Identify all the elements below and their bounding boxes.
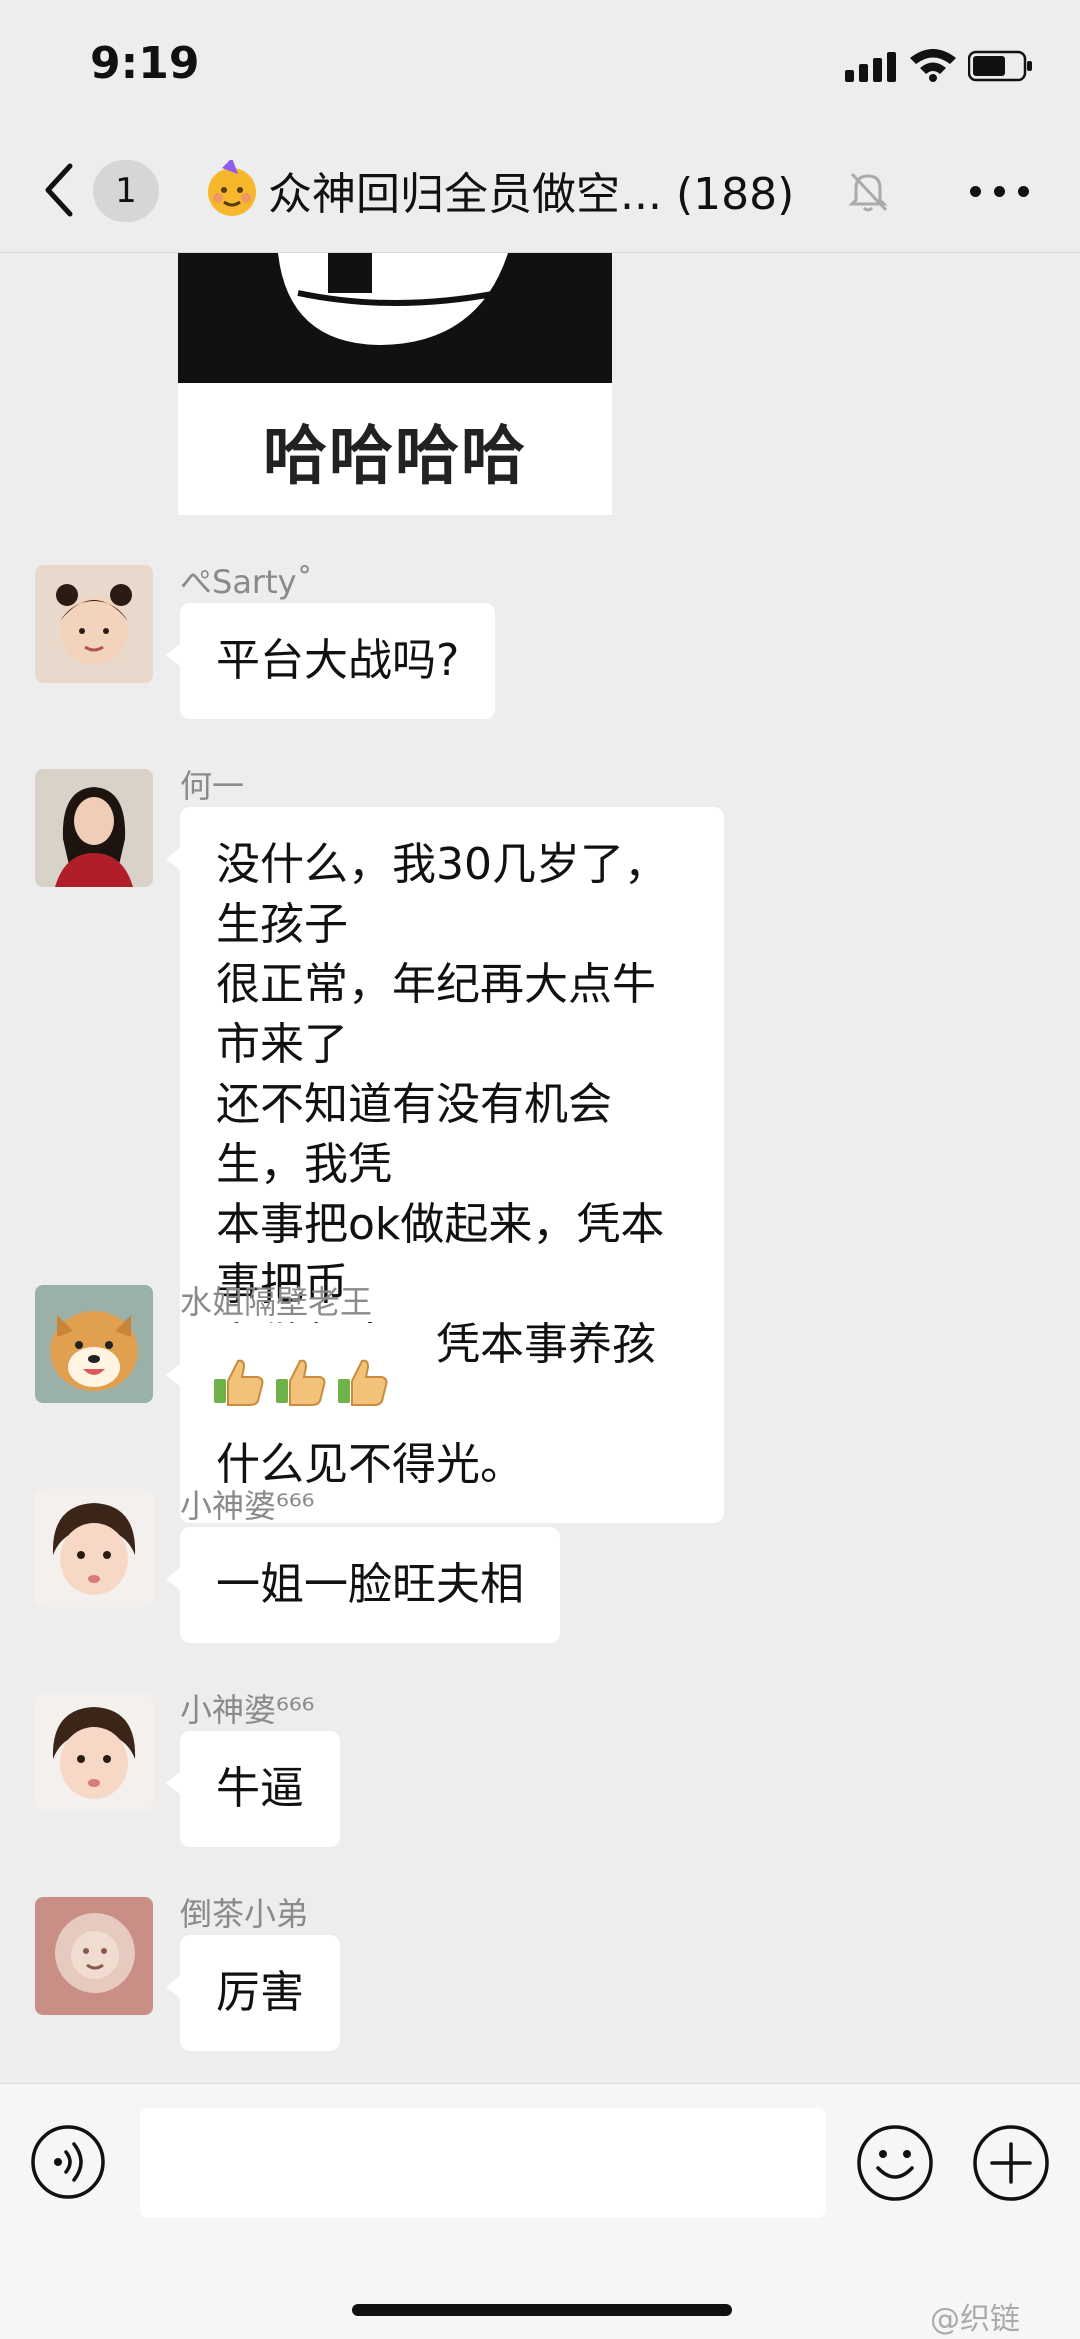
- sender-name: 小神婆⁶⁶⁶: [180, 1487, 315, 1525]
- sender-name: 小神婆⁶⁶⁶: [180, 1691, 315, 1729]
- avatar[interactable]: [35, 1285, 153, 1403]
- avatar[interactable]: [35, 769, 153, 887]
- battery-icon: [968, 50, 1032, 82]
- message-line: 没什么，我30几岁了，生孩子: [216, 839, 668, 950]
- watermark: @织链: [930, 2302, 1020, 2337]
- avatar[interactable]: [35, 1897, 153, 2015]
- message-line: 很正常，年纪再大点牛市来了: [216, 959, 656, 1070]
- woman-avatar-illustration: [35, 769, 153, 887]
- message-bubble[interactable]: [166, 1323, 426, 1435]
- status-time: 9:19: [90, 38, 200, 89]
- message-input[interactable]: [140, 2108, 826, 2218]
- child-avatar-illustration: [35, 565, 153, 683]
- status-bar: 9:19: [0, 0, 1080, 130]
- wifi-icon: [910, 49, 956, 82]
- avatar[interactable]: [35, 565, 153, 683]
- avatar[interactable]: [35, 1693, 153, 1811]
- chat-title: 众神回归全员做空... (188): [268, 169, 795, 220]
- sender-name: ぺSarty˚: [180, 563, 313, 601]
- panda-face-illustration: [178, 253, 612, 423]
- message-line: 还不知道有没有机会生，我凭: [216, 1079, 612, 1190]
- cellular-signal-icon: [845, 52, 897, 82]
- thumbs-up-icon: [276, 1359, 326, 1406]
- message-bubble[interactable]: 平台大战吗?: [165, 603, 496, 719]
- mute-bell-icon: [848, 172, 888, 212]
- chat-header: 1 众神回归全员做空... (188): [0, 130, 1080, 253]
- avatar[interactable]: [35, 1489, 153, 1607]
- toddler-avatar-illustration: [35, 1489, 153, 1607]
- thumbs-up-icon: [338, 1359, 388, 1406]
- chat-message-list[interactable]: 哈哈哈哈 ぺSarty˚ 平台大战吗? 何一 没什么，我30几岁了，生孩子 很正…: [0, 253, 1080, 2083]
- thumbs-up-icon: [214, 1359, 264, 1406]
- more-options-icon[interactable]: [970, 186, 1030, 198]
- toddler-avatar-illustration: [35, 1693, 153, 1811]
- sticker-image[interactable]: 哈哈哈哈: [178, 253, 612, 515]
- voice-input-icon[interactable]: [30, 2124, 106, 2200]
- sender-name: 倒茶小弟: [180, 1895, 309, 1933]
- message-bubble[interactable]: 一姐一脸旺夫相: [166, 1527, 560, 1643]
- sender-name: 水姐隔壁老王: [180, 1283, 373, 1321]
- plus-icon[interactable]: [972, 2124, 1050, 2202]
- party-face-icon: [208, 160, 256, 216]
- input-bar: @织链: [0, 2083, 1080, 2339]
- back-icon[interactable]: [40, 160, 80, 220]
- message-bubble[interactable]: 牛逼: [166, 1731, 340, 1847]
- sender-name: 何一: [180, 767, 245, 805]
- message-bubble[interactable]: 厉害: [166, 1935, 340, 2051]
- shiba-dog-avatar-illustration: [35, 1285, 153, 1403]
- emoji-icon[interactable]: [856, 2124, 934, 2202]
- sticker-caption: 哈哈哈哈: [263, 420, 527, 494]
- home-indicator[interactable]: [352, 2304, 732, 2316]
- unread-count-badge[interactable]: 1: [93, 160, 159, 222]
- lion-sculpture-avatar-illustration: [35, 1897, 153, 2015]
